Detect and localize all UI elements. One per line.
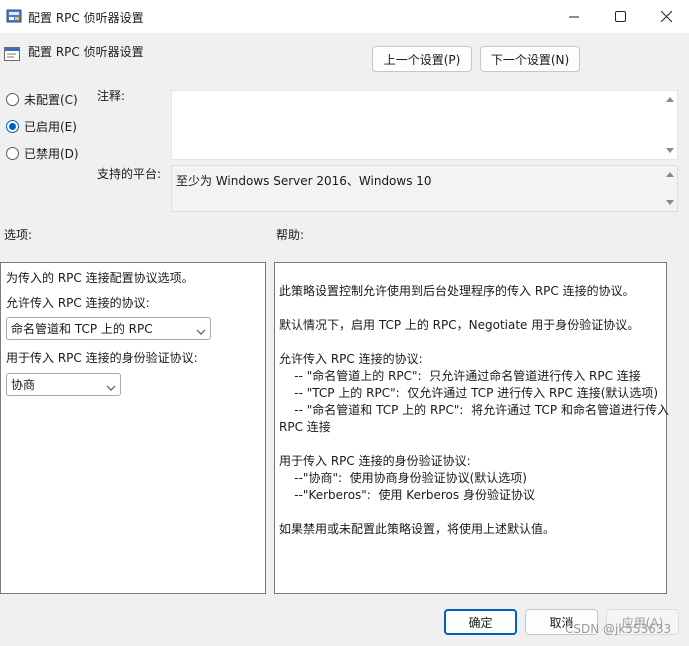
help-line: -- "命名管道上的 RPC": 只允许通过命名管道进行传入 RPC 连接 <box>279 369 641 383</box>
radio-not-configured-label: 未配置(C) <box>24 93 78 107</box>
maximize-icon <box>614 11 626 22</box>
radio-disabled-label: 已禁用(D) <box>24 147 79 161</box>
help-line <box>279 436 669 453</box>
supported-platform-box: 至少为 Windows Server 2016、Windows 10 <box>171 165 678 212</box>
radio-not-configured-indicator[interactable] <box>6 93 19 106</box>
radio-enabled-label: 已启用(E) <box>24 120 77 134</box>
help-line <box>279 300 669 317</box>
help-line: --"协商": 使用协商身份验证协议(默认选项) <box>279 471 527 485</box>
help-line: -- "命名管道和 TCP 上的 RPC": 将允许通过 TCP 和命名管道进行… <box>279 403 669 417</box>
chevron-down-icon <box>196 325 206 339</box>
auth-value: 协商 <box>11 378 36 392</box>
help-line: 此策略设置控制允许使用到后台处理程序的传入 RPC 连接的协议。 <box>279 284 635 298</box>
help-line: 允许传入 RPC 连接的协议: <box>279 352 423 366</box>
help-line: RPC 连接 <box>279 420 331 434</box>
help-line: 用于传入 RPC 连接的身份验证协议: <box>279 454 471 468</box>
supported-platform-label: 支持的平台: <box>97 167 162 181</box>
supported-platform-value: 至少为 Windows Server 2016、Windows 10 <box>176 174 432 188</box>
minimize-icon <box>569 12 579 22</box>
auth-label: 用于传入 RPC 连接的身份验证协议: <box>6 351 198 365</box>
platform-scrollbar[interactable] <box>663 166 677 211</box>
help-line: --"Kerberos": 使用 Kerberos 身份验证协议 <box>279 488 535 502</box>
scroll-up-icon[interactable] <box>666 172 674 177</box>
ok-button[interactable]: 确定 <box>444 609 517 635</box>
policy-name: 配置 RPC 侦听器设置 <box>28 45 144 59</box>
comment-textarea[interactable] <box>171 90 678 160</box>
help-label: 帮助: <box>276 228 305 242</box>
radio-enabled-indicator[interactable] <box>6 120 19 133</box>
maximize-button[interactable] <box>597 0 643 33</box>
protocol-value: 命名管道和 TCP 上的 RPC <box>11 322 153 336</box>
help-line: 默认情况下，启用 TCP 上的 RPC，Negotiate 用于身份验证协议。 <box>279 318 640 332</box>
help-line: 如果禁用或未配置此策略设置，将使用上述默认值。 <box>279 522 556 536</box>
radio-disabled-indicator[interactable] <box>6 147 19 160</box>
minimize-button[interactable] <box>551 0 597 33</box>
scroll-up-icon[interactable] <box>666 97 674 102</box>
radio-enabled[interactable]: 已启用(E) <box>6 118 77 135</box>
chevron-down-icon <box>106 381 116 395</box>
window-title: 配置 RPC 侦听器设置 <box>28 11 144 25</box>
next-setting-button[interactable]: 下一个设置(N) <box>480 46 580 72</box>
options-label: 选项: <box>4 228 33 242</box>
help-text: 此策略设置控制允许使用到后台处理程序的传入 RPC 连接的协议。 默认情况下，启… <box>279 283 669 538</box>
previous-setting-button[interactable]: 上一个设置(P) <box>372 46 472 72</box>
scroll-down-icon[interactable] <box>666 200 674 205</box>
help-panel: 此策略设置控制允许使用到后台处理程序的传入 RPC 连接的协议。 默认情况下，启… <box>274 262 669 594</box>
options-intro: 为传入的 RPC 连接配置协议选项。 <box>6 271 194 285</box>
options-panel: 为传入的 RPC 连接配置协议选项。 允许传入 RPC 连接的协议: 命名管道和… <box>0 262 266 594</box>
scroll-down-icon[interactable] <box>666 148 674 153</box>
help-line <box>279 334 669 351</box>
help-line <box>279 504 669 521</box>
comment-scrollbar[interactable] <box>663 91 677 159</box>
help-line: -- "TCP 上的 RPC": 仅允许通过 TCP 进行传入 RPC 连接(默… <box>279 386 659 400</box>
radio-disabled[interactable]: 已禁用(D) <box>6 145 79 162</box>
auth-dropdown[interactable]: 协商 <box>6 373 121 396</box>
setting-icon <box>4 46 20 62</box>
comment-label: 注释: <box>97 89 126 103</box>
policy-app-icon <box>6 9 22 23</box>
radio-not-configured[interactable]: 未配置(C) <box>6 91 78 108</box>
watermark-text: CSDN @jk553633 <box>565 622 672 636</box>
close-icon <box>660 11 672 22</box>
close-button[interactable] <box>643 0 689 33</box>
protocol-dropdown[interactable]: 命名管道和 TCP 上的 RPC <box>6 317 211 340</box>
protocol-label: 允许传入 RPC 连接的协议: <box>6 296 150 310</box>
